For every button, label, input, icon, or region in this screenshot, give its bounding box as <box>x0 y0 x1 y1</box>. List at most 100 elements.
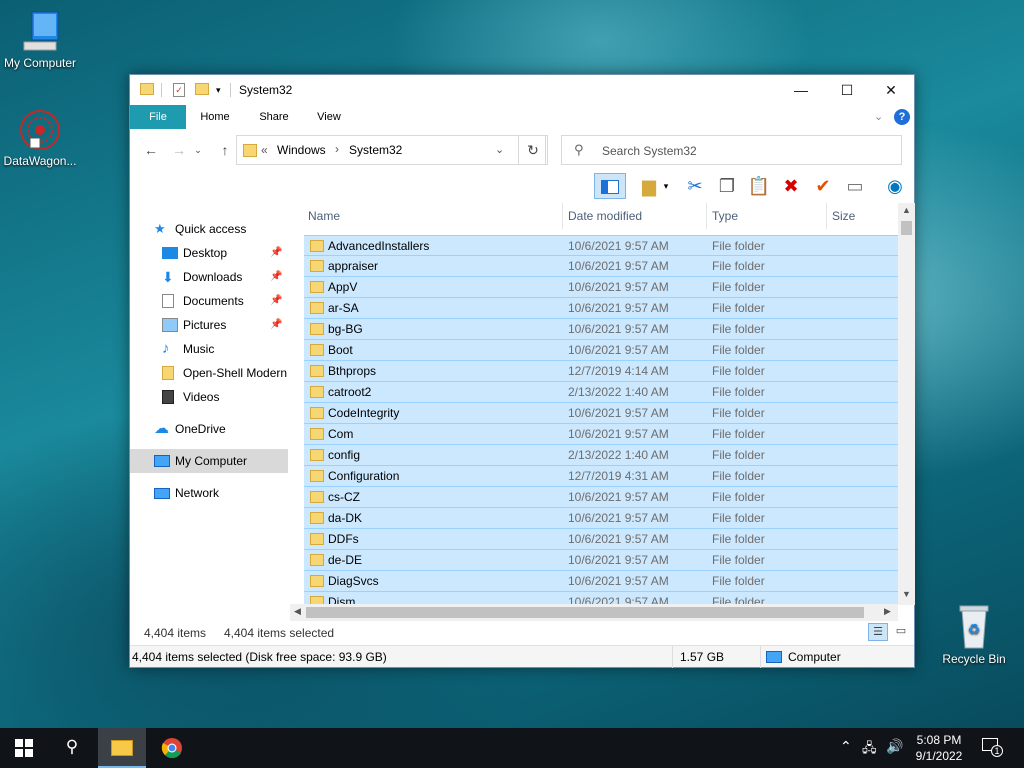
file-row[interactable]: Boot 10/6/2021 9:57 AM File folder <box>304 340 898 361</box>
cut-icon[interactable]: ✂ <box>682 173 708 199</box>
back-button[interactable]: ← <box>140 140 162 160</box>
file-row[interactable]: CodeIntegrity 10/6/2021 9:57 AM File folde… <box>304 403 898 424</box>
close-button[interactable]: ✕ <box>868 75 914 105</box>
taskbar-chrome[interactable] <box>148 728 196 768</box>
properties-icon[interactable]: ✓ <box>173 83 185 97</box>
file-row[interactable]: cs-CZ 10/6/2021 9:57 AM File folder <box>304 487 898 508</box>
copy-icon[interactable]: ❐ <box>714 173 740 199</box>
notification-count: 1 <box>991 745 1003 757</box>
up-button[interactable]: ↑ <box>214 140 236 160</box>
nav-pictures[interactable]: Pictures 📌 <box>130 313 288 337</box>
address-dropdown-icon[interactable]: ⌄ <box>495 143 504 156</box>
dropdown-icon[interactable]: ▾ <box>660 173 672 199</box>
file-row[interactable]: AdvancedInstallers 10/6/2021 9:57 AM File … <box>304 235 898 256</box>
tab-file[interactable]: File <box>130 105 186 129</box>
nav-network[interactable]: Network <box>130 481 288 505</box>
horizontal-scrollbar[interactable]: ◀ ▶ <box>290 604 898 621</box>
breadcrumb-system32[interactable]: System32 <box>349 143 402 157</box>
nav-downloads[interactable]: ⬇ Downloads 📌 <box>130 265 288 289</box>
column-name[interactable]: Name <box>308 203 558 229</box>
nav-open-shell[interactable]: Open-Shell Modern <box>130 361 288 385</box>
tab-home[interactable]: Home <box>192 105 238 129</box>
rename-icon[interactable]: ✔ <box>810 173 836 199</box>
file-row[interactable]: DiagSvcs 10/6/2021 9:57 AM File folder <box>304 571 898 592</box>
file-row[interactable]: ar-SA 10/6/2021 9:57 AM File folder <box>304 298 898 319</box>
file-row[interactable]: DDFs 10/6/2021 9:57 AM File folder <box>304 529 898 550</box>
nav-onedrive[interactable]: ☁ OneDrive <box>130 417 288 441</box>
new-folder-icon[interactable] <box>195 83 209 95</box>
column-date-modified[interactable]: Date modified <box>568 203 704 229</box>
recent-locations-button[interactable]: ⌄ <box>192 140 204 160</box>
new-folder-toolbar-icon[interactable]: ▆ <box>636 173 662 199</box>
desktop-icon-datawagon[interactable]: DataWagon... <box>0 108 80 168</box>
scroll-right-arrow[interactable]: ▶ <box>884 606 891 617</box>
column-separator[interactable] <box>706 203 707 229</box>
help-icon[interactable]: ? <box>894 109 910 125</box>
pin-icon[interactable]: 📌 <box>270 265 282 289</box>
nav-desktop[interactable]: Desktop 📌 <box>130 241 288 265</box>
file-row[interactable]: Com 10/6/2021 9:57 AM File folder <box>304 424 898 445</box>
scroll-up-arrow[interactable]: ▲ <box>902 205 911 215</box>
column-size[interactable]: Size <box>832 203 892 229</box>
start-button[interactable] <box>0 728 48 768</box>
nav-quick-access[interactable]: ★ Quick access <box>130 217 288 241</box>
search-input[interactable]: ⚲ Search System32 <box>561 135 902 165</box>
maximize-button[interactable]: ☐ <box>824 75 870 105</box>
file-row[interactable]: config 2/13/2022 1:40 AM File folder <box>304 445 898 466</box>
forward-button[interactable]: → <box>168 140 190 160</box>
notification-center-button[interactable]: 1 <box>980 736 1003 758</box>
taskbar-file-explorer[interactable] <box>98 728 146 768</box>
address-overflow[interactable]: « <box>261 143 268 157</box>
properties-toolbar-icon[interactable]: ▭ <box>842 173 868 199</box>
file-date-modified: 10/6/2021 9:57 AM <box>568 239 669 253</box>
show-hidden-icons-icon[interactable]: ⌃ <box>840 738 852 755</box>
minimize-button[interactable]: — <box>778 75 824 105</box>
paste-icon[interactable]: 📋 <box>746 173 772 199</box>
file-row[interactable]: da-DK 10/6/2021 9:57 AM File folder <box>304 508 898 529</box>
file-row[interactable]: Configuration 12/7/2019 4:31 AM File folde… <box>304 466 898 487</box>
nav-videos[interactable]: Videos <box>130 385 288 409</box>
volume-icon[interactable]: 🔊 <box>886 738 903 755</box>
tab-share[interactable]: Share <box>250 105 298 129</box>
globe-icon[interactable]: ◉ <box>882 173 908 199</box>
file-row[interactable]: bg-BG 10/6/2021 9:57 AM File folder <box>304 319 898 340</box>
column-separator[interactable] <box>562 203 563 229</box>
scroll-left-arrow[interactable]: ◀ <box>294 606 301 617</box>
clock-time[interactable]: 5:08 PM <box>916 733 962 747</box>
pin-icon[interactable]: 📌 <box>270 289 282 313</box>
scroll-thumb[interactable] <box>901 221 912 235</box>
delete-icon[interactable]: ✖ <box>778 173 804 199</box>
desktop-icon-recycle-bin[interactable]: ♻ Recycle Bin <box>934 602 1014 666</box>
network-tray-icon[interactable]: 🖧 <box>862 739 877 761</box>
file-row[interactable]: appraiser 10/6/2021 9:57 AM File folder <box>304 256 898 277</box>
scroll-thumb[interactable] <box>306 607 864 618</box>
file-row[interactable]: AppV 10/6/2021 9:57 AM File folder <box>304 277 898 298</box>
details-view-icon[interactable]: ☰ <box>868 623 888 641</box>
vertical-scrollbar[interactable]: ▲ ▼ <box>898 203 915 605</box>
file-row[interactable]: de-DE 10/6/2021 9:57 AM File folder <box>304 550 898 571</box>
scroll-down-arrow[interactable]: ▼ <box>902 589 911 599</box>
expand-ribbon-icon[interactable]: ⌄ <box>874 110 883 123</box>
clock-date[interactable]: 9/1/2022 <box>914 749 964 763</box>
tab-view[interactable]: View <box>306 105 352 129</box>
file-row[interactable]: Bthprops 12/7/2019 4:14 AM File folder <box>304 361 898 382</box>
search-button[interactable]: ⚲ <box>48 728 96 768</box>
column-separator[interactable] <box>826 203 827 229</box>
file-type: File folder <box>712 364 765 378</box>
address-bar[interactable]: « Windows › System32 ⌄ <box>236 135 546 165</box>
column-type[interactable]: Type <box>712 203 822 229</box>
preview-pane-icon[interactable] <box>594 173 626 199</box>
nav-documents[interactable]: Documents 📌 <box>130 289 288 313</box>
desktop-icon-label: My Computer <box>3 56 77 70</box>
desktop-icon-my-computer[interactable]: My Computer <box>0 10 80 70</box>
nav-music[interactable]: ♪ Music <box>130 337 288 361</box>
customize-toolbar-icon[interactable]: ▾ <box>216 85 221 96</box>
large-icons-view-icon[interactable]: ▭ <box>892 623 910 641</box>
breadcrumb-windows[interactable]: Windows <box>277 143 326 157</box>
pin-icon[interactable]: 📌 <box>270 313 282 337</box>
pin-icon[interactable]: 📌 <box>270 241 282 265</box>
refresh-button[interactable]: ↻ <box>518 135 548 165</box>
file-row[interactable]: catroot2 2/13/2022 1:40 AM File folder <box>304 382 898 403</box>
nav-my-computer[interactable]: My Computer <box>130 449 288 473</box>
title-bar[interactable]: ✓ ▾ System32 — ☐ ✕ <box>130 75 914 105</box>
